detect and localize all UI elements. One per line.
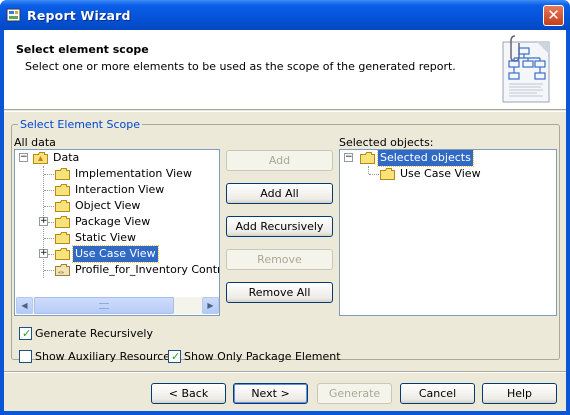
title-bar[interactable]: Report Wizard ✕ bbox=[0, 0, 570, 30]
show-auxiliary-resources-checkbox[interactable] bbox=[19, 350, 32, 363]
folder-icon bbox=[55, 184, 70, 196]
back-button[interactable]: < Back bbox=[151, 383, 226, 404]
tree-item[interactable]: Use Case View bbox=[340, 166, 550, 182]
tree-item-label: Package View bbox=[75, 215, 151, 228]
folder-icon bbox=[55, 168, 70, 180]
add-all-button[interactable]: Add All bbox=[226, 183, 333, 204]
tree-item-label: Use Case View bbox=[400, 167, 481, 180]
add-button[interactable]: Add bbox=[226, 150, 333, 171]
header-separator bbox=[4, 111, 566, 112]
collapse-icon[interactable]: − bbox=[19, 153, 28, 162]
tree-item-selected[interactable]: + Use Case View bbox=[15, 245, 215, 263]
next-button[interactable]: Next > bbox=[233, 383, 308, 404]
add-recursively-button[interactable]: Add Recursively bbox=[226, 216, 333, 237]
tree-item-label: Profile_for_Inventory Control S bbox=[75, 263, 219, 276]
tree-item[interactable]: + Package View bbox=[15, 214, 215, 230]
tree-item-selected-objects[interactable]: − Selected objects bbox=[340, 150, 550, 167]
app-icon bbox=[6, 8, 21, 22]
remove-all-button[interactable]: Remove All bbox=[226, 282, 333, 303]
tree-item[interactable]: Interaction View bbox=[15, 182, 215, 198]
dialog-client: Select element scope Select one or more … bbox=[4, 30, 566, 411]
show-only-package-element-checkbox[interactable]: ✓ bbox=[168, 350, 181, 363]
tree-item[interactable]: Object View bbox=[15, 198, 215, 214]
folder-icon bbox=[360, 152, 375, 164]
tree-item-label: Static View bbox=[75, 231, 137, 244]
header-subtitle: Select one or more elements to be used a… bbox=[25, 60, 456, 73]
horizontal-scrollbar[interactable]: ◀ ▶ bbox=[16, 297, 219, 314]
tree-item-label: Implementation View bbox=[75, 167, 192, 180]
folder-icon bbox=[55, 200, 70, 212]
tree-item-label: Data bbox=[53, 151, 80, 164]
selected-objects-label: Selected objects: bbox=[339, 136, 434, 149]
expand-icon[interactable]: + bbox=[39, 217, 48, 226]
show-auxiliary-resources-label[interactable]: Show Auxiliary Resources bbox=[35, 350, 176, 363]
report-wizard-window: Report Wizard ✕ Select element scope Sel… bbox=[0, 0, 570, 415]
selected-objects-tree[interactable]: − Selected objects Use Case View bbox=[339, 149, 557, 316]
wizard-header: Select element scope Select one or more … bbox=[4, 30, 566, 110]
header-title: Select element scope bbox=[16, 43, 149, 56]
all-data-tree[interactable]: − Data Implementation View Interaction V… bbox=[14, 149, 220, 316]
scope-group-legend: Select Element Scope bbox=[18, 118, 142, 131]
all-data-label: All data bbox=[14, 136, 56, 149]
tree-item[interactable]: «» Profile_for_Inventory Control S bbox=[15, 262, 219, 278]
window-title: Report Wizard bbox=[27, 8, 131, 23]
generate-recursively-checkbox[interactable]: ✓ bbox=[19, 327, 32, 340]
close-button[interactable]: ✕ bbox=[543, 5, 564, 26]
report-document-icon bbox=[502, 35, 550, 103]
tree-item-label: Use Case View bbox=[72, 245, 159, 263]
tree-item-label: Interaction View bbox=[75, 183, 165, 196]
remove-button[interactable]: Remove bbox=[226, 249, 333, 270]
profile-icon: «» bbox=[55, 264, 70, 276]
tree-item-data[interactable]: − Data bbox=[15, 150, 215, 166]
expand-icon[interactable]: + bbox=[39, 249, 48, 258]
package-folder-icon bbox=[33, 152, 48, 164]
scrollbar-thumb[interactable] bbox=[34, 297, 174, 314]
checkmark-icon: ✓ bbox=[22, 327, 32, 340]
tree-item[interactable]: Implementation View bbox=[15, 166, 215, 182]
help-button[interactable]: Help bbox=[482, 383, 557, 404]
folder-icon bbox=[55, 232, 70, 244]
folder-icon bbox=[380, 168, 395, 180]
generate-recursively-label[interactable]: Generate Recursively bbox=[35, 327, 153, 340]
scroll-left-arrow-icon[interactable]: ◀ bbox=[16, 297, 33, 314]
generate-button[interactable]: Generate bbox=[317, 383, 392, 404]
tree-item-label: Object View bbox=[75, 199, 141, 212]
scroll-right-arrow-icon[interactable]: ▶ bbox=[202, 297, 219, 314]
tree-item[interactable]: Static View bbox=[15, 230, 215, 246]
folder-icon bbox=[55, 216, 70, 228]
tree-item-label: Selected objects bbox=[377, 150, 474, 167]
svg-text:«»: «» bbox=[58, 270, 64, 276]
show-only-package-element-label[interactable]: Show Only Package Element bbox=[184, 350, 341, 363]
cancel-button[interactable]: Cancel bbox=[400, 383, 475, 404]
folder-icon bbox=[55, 248, 70, 260]
collapse-icon[interactable]: − bbox=[344, 153, 353, 162]
checkmark-icon: ✓ bbox=[171, 350, 181, 363]
